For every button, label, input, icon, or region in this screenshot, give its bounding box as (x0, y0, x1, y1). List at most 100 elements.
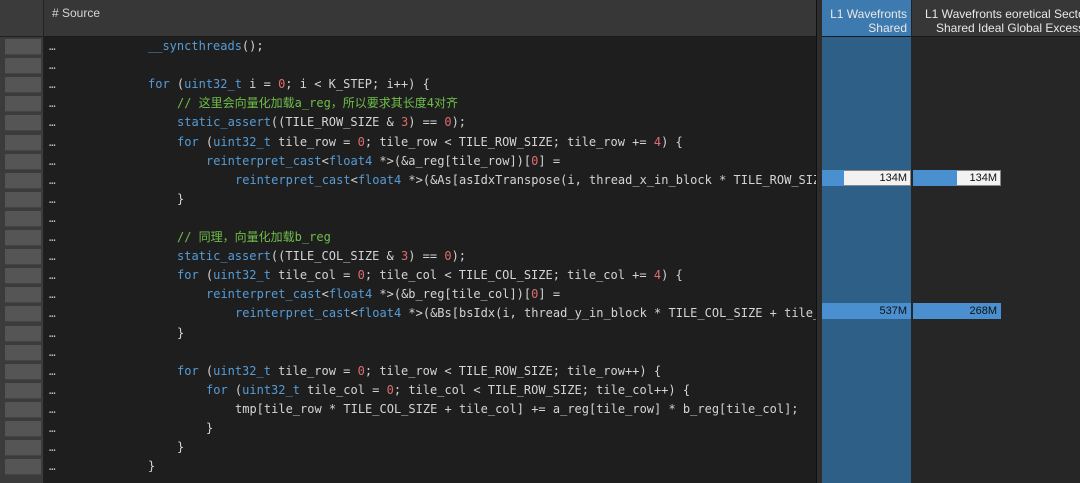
code-text: tmp[tile_row * TILE_COL_SIZE + tile_col]… (235, 402, 799, 416)
code-line[interactable]: … for (uint32_t tile_col = 0; tile_col < … (44, 381, 816, 400)
line-marker: … (49, 288, 56, 301)
code-line[interactable]: … tmp[tile_row * TILE_COL_SIZE + tile_col… (44, 400, 816, 419)
line-marker: … (49, 97, 56, 110)
code-line[interactable]: … for (uint32_t tile_row = 0; tile_row < … (44, 133, 816, 152)
line-gutter (0, 0, 44, 483)
code-line[interactable]: … reinterpret_cast<float4 *>(&b_reg[tile_… (44, 285, 816, 304)
metric-shared-bar-row-a (822, 170, 844, 186)
gutter-cell[interactable] (5, 306, 41, 322)
source-header[interactable]: # Source (44, 0, 816, 37)
gutter-cell[interactable] (5, 77, 41, 93)
code-text: reinterpret_cast<float4 *>(&As[asIdxTran… (235, 173, 816, 187)
code-text: reinterpret_cast<float4 *>(&b_reg[tile_c… (206, 287, 561, 301)
line-marker: … (49, 365, 56, 378)
line-marker: … (49, 40, 56, 53)
gutter-cell[interactable] (5, 173, 41, 189)
gutter-cell[interactable] (5, 96, 41, 112)
code-text: static_assert((TILE_COL_SIZE & 3) == 0); (177, 249, 467, 263)
code-line[interactable]: … static_assert((TILE_COL_SIZE & 3) == 0)… (44, 247, 816, 266)
gutter-cell[interactable] (5, 459, 41, 475)
gutter-cell[interactable] (5, 421, 41, 437)
line-marker: … (49, 231, 56, 244)
code-text: // 这里会向量化加载a_reg，所以要求其长度4对齐 (177, 96, 459, 110)
l1-wavefronts-excessive-header[interactable]: L1 Wavefronts eoretical Secto Shared Ide… (911, 0, 1080, 37)
col2-header-line1: L1 Wavefronts eoretical Secto (925, 7, 1080, 21)
col2-header-line2: Shared Ideal Global Excessiv (936, 21, 1080, 35)
gutter-cell[interactable] (5, 230, 41, 246)
code-text: // 同理，向量化加载b_reg (177, 230, 331, 244)
metrics-pane: L1 Wavefronts Shared L1 Wavefronts eoret… (822, 0, 1080, 483)
gutter-cell[interactable] (5, 383, 41, 399)
line-marker: … (49, 441, 56, 454)
code-line[interactable]: … reinterpret_cast<float4 *>(&As[asIdxTra… (44, 171, 816, 190)
line-marker: … (49, 78, 56, 91)
metric-excessive-value-row-b: 268M (969, 305, 997, 317)
line-marker: … (49, 155, 56, 168)
l1-wavefronts-shared-header[interactable]: L1 Wavefronts Shared (822, 0, 911, 37)
code-line[interactable]: …} (44, 438, 816, 457)
gutter-cell[interactable] (5, 39, 41, 55)
line-marker: … (49, 59, 56, 72)
gutter-cell[interactable] (5, 345, 41, 361)
gutter-cell[interactable] (5, 268, 41, 284)
gutter-cell[interactable] (5, 440, 41, 456)
line-marker: … (49, 174, 56, 187)
gutter-cell[interactable] (5, 115, 41, 131)
line-marker: … (49, 212, 56, 225)
line-marker: … (49, 193, 56, 206)
code-text: } (177, 440, 185, 454)
code-text: } (177, 192, 185, 206)
code-text: } (177, 326, 185, 340)
code-text: __syncthreads(); (148, 39, 264, 53)
code-line[interactable]: … (44, 343, 816, 362)
code-text: for (uint32_t tile_col = 0; tile_col < T… (177, 268, 683, 282)
gutter-cell[interactable] (5, 211, 41, 227)
code-line[interactable]: … (44, 56, 816, 75)
gutter-cell[interactable] (5, 58, 41, 74)
gutter-cell[interactable] (5, 402, 41, 418)
code-line[interactable]: … // 这里会向量化加载a_reg，所以要求其长度4对齐 (44, 94, 816, 113)
code-text: for (uint32_t tile_row = 0; tile_row < T… (177, 135, 683, 149)
code-line[interactable]: …} (44, 457, 816, 476)
code-text: for (uint32_t tile_row = 0; tile_row < T… (177, 364, 662, 378)
gutter-header (0, 0, 43, 37)
source-column-title: # Source (52, 6, 101, 20)
code-text: } (148, 459, 156, 473)
code-line[interactable]: …} (44, 419, 816, 438)
metric-shared-value-row-a: 134M (879, 172, 907, 184)
metric-shared-value-row-b: 537M (879, 305, 907, 317)
gutter-cell[interactable] (5, 326, 41, 342)
code-line[interactable]: … reinterpret_cast<float4 *>(&a_reg[tile_… (44, 152, 816, 171)
line-marker: … (49, 346, 56, 359)
code-line[interactable]: … // 同理，向量化加载b_reg (44, 228, 816, 247)
code-line[interactable]: … (44, 209, 816, 228)
code-text: for (uint32_t i = 0; i < K_STEP; i++) { (148, 77, 430, 91)
gutter-cell[interactable] (5, 154, 41, 170)
code-text: static_assert((TILE_ROW_SIZE & 3) == 0); (177, 115, 467, 129)
l1-wavefronts-shared-column (822, 0, 911, 483)
code-line[interactable]: … for (uint32_t tile_col = 0; tile_col < … (44, 266, 816, 285)
gutter-cell[interactable] (5, 249, 41, 265)
code-line[interactable]: …} (44, 190, 816, 209)
col1-header-line1: L1 Wavefronts (830, 7, 907, 21)
code-line[interactable]: … __syncthreads(); (44, 37, 816, 56)
metric-excessive-bar-row-a (913, 170, 957, 186)
line-marker: … (49, 403, 56, 416)
gutter-cell[interactable] (5, 192, 41, 208)
code-line[interactable]: …} (44, 324, 816, 343)
gutter-cell[interactable] (5, 364, 41, 380)
gutter-cell[interactable] (5, 135, 41, 151)
code-text: reinterpret_cast<float4 *>(&Bs[bsIdx(i, … (235, 306, 816, 320)
code-line[interactable]: … for (uint32_t i = 0; i < K_STEP; i++) { (44, 75, 816, 94)
line-marker: … (49, 116, 56, 129)
line-marker: … (49, 307, 56, 320)
code-line[interactable]: … static_assert((TILE_ROW_SIZE & 3) == 0)… (44, 113, 816, 132)
line-marker: … (49, 422, 56, 435)
code-line[interactable]: … reinterpret_cast<float4 *>(&Bs[bsIdx(i,… (44, 304, 816, 323)
col1-header-line2: Shared (868, 21, 907, 35)
source-pane: # Source … __syncthreads(); … … for (uint32_… (44, 0, 816, 483)
code-text: } (206, 421, 214, 435)
gutter-cell[interactable] (5, 287, 41, 303)
line-marker: … (49, 269, 56, 282)
code-line[interactable]: … for (uint32_t tile_row = 0; tile_row < … (44, 362, 816, 381)
